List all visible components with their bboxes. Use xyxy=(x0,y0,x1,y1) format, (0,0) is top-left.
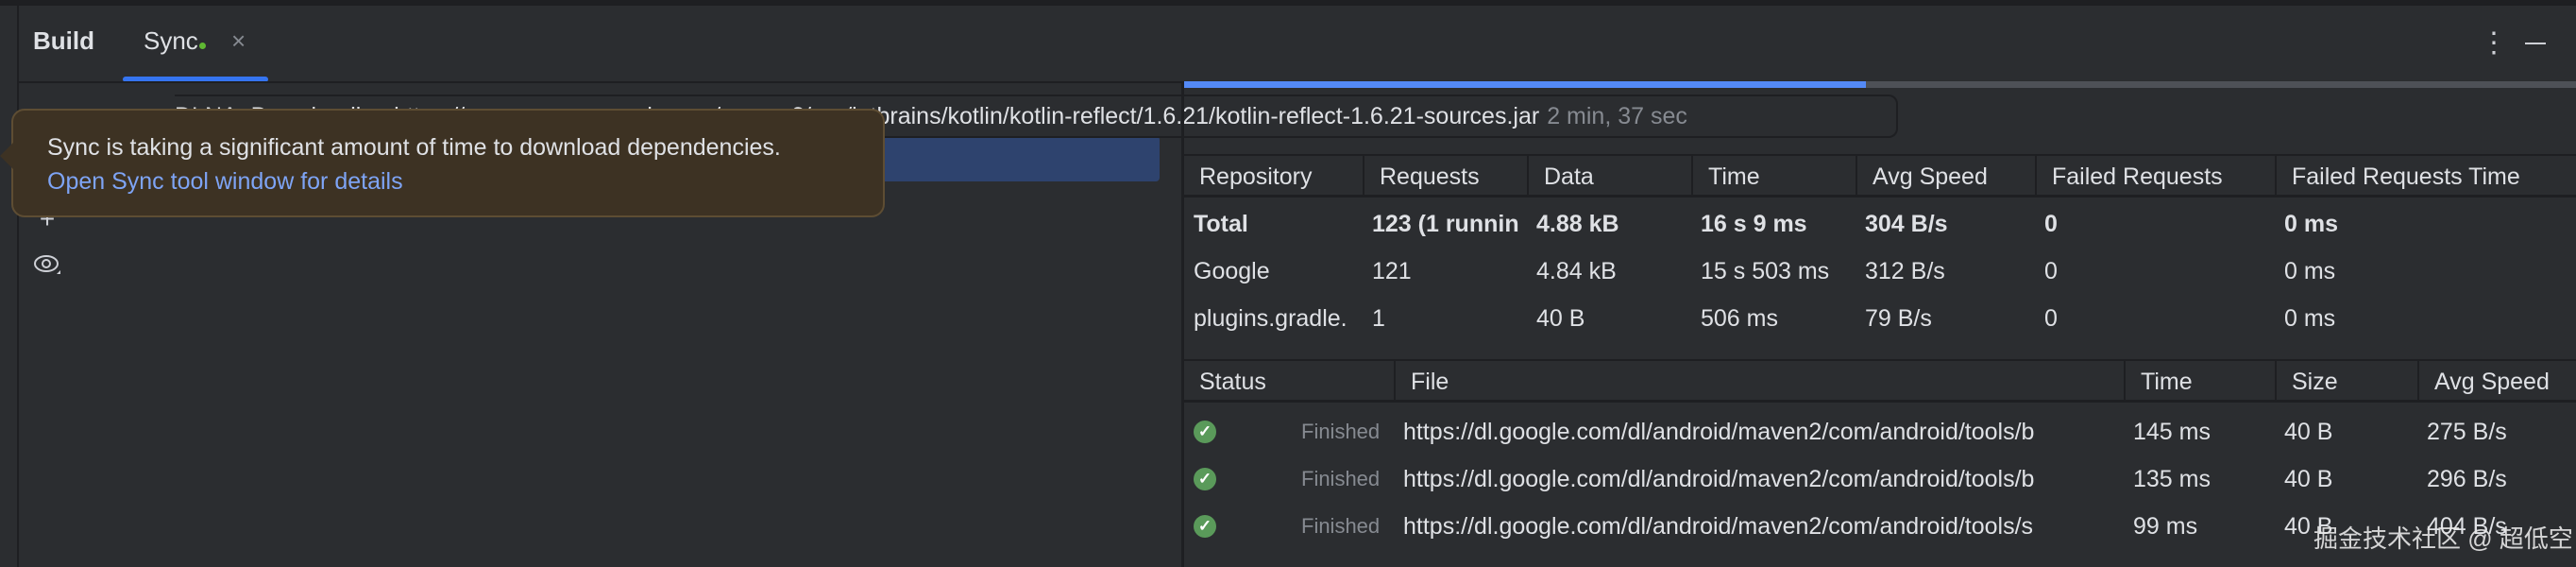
table-row[interactable]: ✓ Finished https://dl.google.com/dl/androi… xyxy=(1184,455,2576,503)
more-options-icon[interactable]: ⋮ xyxy=(2480,26,2508,60)
table-cell: 0 xyxy=(2044,305,2058,332)
table-cell: 0 xyxy=(2044,211,2058,237)
tab-label: Build xyxy=(33,26,94,55)
elapsed-time: 2 min, 37 sec xyxy=(1547,103,1687,129)
tab-sync[interactable]: Sync xyxy=(144,26,206,56)
table-cell: Google xyxy=(1194,258,1270,284)
sync-progress-bar xyxy=(1184,81,2576,88)
table-cell: 40 B xyxy=(1536,305,1585,332)
table-cell: https://dl.google.com/dl/android/maven2/… xyxy=(1403,466,2035,492)
table-cell: 16 s 9 ms xyxy=(1701,211,1807,237)
table-row[interactable]: Total 123 (1 runnin 4.88 kB 16 s 9 ms 304 B/… xyxy=(1184,200,2576,248)
column-header[interactable]: File xyxy=(1394,361,2124,400)
table-cell: 135 ms xyxy=(2133,466,2211,492)
tooltip-message: Sync is taking a significant amount of t… xyxy=(47,134,781,161)
table-cell: plugins.gradle. xyxy=(1194,305,1347,332)
column-header[interactable]: Avg Speed xyxy=(2417,361,2576,400)
tooltip-arrow xyxy=(0,143,13,169)
status-text: Finished xyxy=(1301,420,1381,443)
column-header[interactable]: Time xyxy=(2124,361,2275,400)
table-cell: 506 ms xyxy=(1701,305,1778,332)
table-cell: 0 ms xyxy=(2284,305,2336,332)
table-row[interactable]: ✓ Finished https://dl.google.com/dl/androi… xyxy=(1184,408,2576,455)
eye-icon[interactable] xyxy=(32,249,62,280)
table-row[interactable]: Google 121 4.84 kB 15 s 503 ms 312 B/s 0 0 ms xyxy=(1184,248,2576,295)
table-cell: 312 B/s xyxy=(1865,258,1945,284)
minimize-icon[interactable] xyxy=(2525,43,2546,44)
table-header: Status File Time Size Avg Speed xyxy=(1184,359,2576,403)
tab-build[interactable]: Build xyxy=(33,26,94,56)
table-header: Repository Requests Data Time Avg Speed Faile… xyxy=(1184,154,2576,198)
status-text: Finished xyxy=(1301,514,1381,538)
close-tab-icon[interactable]: × xyxy=(231,26,246,56)
table-cell: 79 B/s xyxy=(1865,305,1932,332)
progress-fill xyxy=(1184,81,1867,88)
table-cell: 275 B/s xyxy=(2427,419,2507,445)
table-cell: 15 s 503 ms xyxy=(1701,258,1830,284)
table-cell: 4.84 kB xyxy=(1536,258,1617,284)
status-text: Finished xyxy=(1301,467,1381,490)
table-cell: 296 B/s xyxy=(2427,466,2507,492)
table-cell: 4.88 kB xyxy=(1536,211,1619,237)
column-header[interactable]: Failed Requests Time xyxy=(2275,156,2576,195)
table-cell: 0 xyxy=(2044,258,2058,284)
left-edge xyxy=(0,0,19,567)
success-check-icon: ✓ xyxy=(1194,421,1216,443)
table-cell: 40 B xyxy=(2284,419,2333,445)
table-cell: 99 ms xyxy=(2133,513,2198,540)
top-strip xyxy=(0,0,2576,6)
running-indicator-icon xyxy=(198,43,206,49)
success-check-icon: ✓ xyxy=(1194,468,1216,490)
table-cell: 121 xyxy=(1372,258,1412,284)
column-header[interactable]: Failed Requests xyxy=(2035,156,2275,195)
column-header[interactable]: Requests xyxy=(1363,156,1527,195)
column-header[interactable]: Avg Speed xyxy=(1856,156,2035,195)
table-cell: https://dl.google.com/dl/android/maven2/… xyxy=(1403,513,2034,540)
column-header[interactable]: Data xyxy=(1527,156,1691,195)
table-cell: 1 xyxy=(1372,305,1385,332)
column-header[interactable]: Time xyxy=(1691,156,1856,195)
repository-table: Repository Requests Data Time Avg Speed Faile… xyxy=(1184,154,2576,359)
column-header[interactable]: Size xyxy=(2275,361,2417,400)
sync-warning-tooltip: Sync is taking a significant amount of t… xyxy=(0,109,885,217)
table-cell: 0 ms xyxy=(2284,211,2338,237)
watermark: 掘金技术社区 @ 超低空 xyxy=(2313,524,2573,553)
tab-label: Sync xyxy=(144,26,198,55)
table-cell: https://dl.google.com/dl/android/maven2/… xyxy=(1403,419,2035,445)
table-cell: 0 ms xyxy=(2284,258,2336,284)
table-cell: 304 B/s xyxy=(1865,211,1948,237)
success-check-icon: ✓ xyxy=(1194,515,1216,538)
table-cell: 123 (1 runnin xyxy=(1372,211,1519,237)
table-cell: 145 ms xyxy=(2133,419,2211,445)
column-header[interactable]: Repository xyxy=(1184,156,1363,195)
open-sync-window-link[interactable]: Open Sync tool window for details xyxy=(47,164,849,198)
column-header[interactable]: Status xyxy=(1184,361,1394,400)
table-cell: Total xyxy=(1194,211,1248,237)
table-row[interactable]: plugins.gradle. 1 40 B 506 ms 79 B/s 0 0 ms xyxy=(1184,295,2576,342)
table-cell: 40 B xyxy=(2284,466,2333,492)
